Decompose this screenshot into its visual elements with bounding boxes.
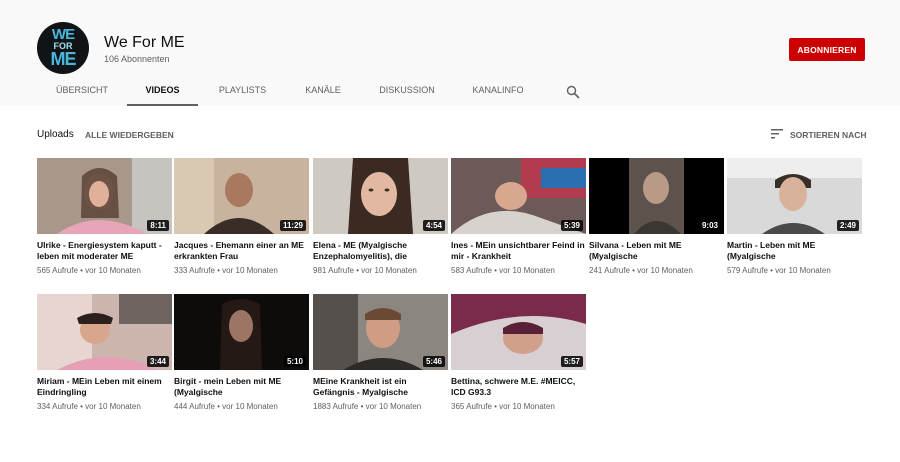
- video-duration: 4:54: [422, 220, 445, 231]
- tab-overview[interactable]: ÜBERSICHT: [37, 78, 127, 106]
- channel-avatar[interactable]: WE FOR ME: [37, 22, 89, 74]
- video-views: 565 Aufrufe: [37, 266, 78, 275]
- video-age: vor 10 Monaten: [637, 266, 693, 275]
- video-views: 579 Aufrufe: [727, 266, 768, 275]
- video-thumbnail[interactable]: 3:44: [37, 294, 172, 370]
- video-duration: 9:03: [698, 220, 721, 231]
- video-meta: 583 Aufrufe • vor 10 Monaten: [451, 266, 555, 275]
- video-card[interactable]: 5:10 Birgit - mein Leben mit ME (Myalgis…: [174, 294, 309, 411]
- video-age: vor 10 Monaten: [361, 266, 417, 275]
- play-all-button[interactable]: ALLE WIEDERGEBEN: [85, 130, 174, 140]
- video-meta: 444 Aufrufe • vor 10 Monaten: [174, 402, 278, 411]
- video-card[interactable]: 9:03 Silvana - Leben mit ME (Myalgische …: [589, 158, 724, 275]
- video-duration: 5:57: [560, 356, 583, 367]
- video-meta: 565 Aufrufe • vor 10 Monaten: [37, 266, 141, 275]
- video-card[interactable]: 5:39 Ines - MEin unsichtbarer Feind in m…: [451, 158, 586, 275]
- video-views: 334 Aufrufe: [37, 402, 78, 411]
- video-card[interactable]: 2:49 Martin - Leben mit ME (Myalgische 5…: [727, 158, 862, 275]
- video-thumbnail[interactable]: 5:39: [451, 158, 586, 234]
- avatar-logo-line-3: ME: [50, 49, 77, 69]
- video-title[interactable]: Ulrike - Energiesystem kaputt - leben mi…: [37, 240, 172, 262]
- video-views: 241 Aufrufe: [589, 266, 630, 275]
- video-card[interactable]: 3:44 Miriam - MEin Leben mit einem Eindr…: [37, 294, 172, 411]
- video-thumbnail[interactable]: 5:57: [451, 294, 586, 370]
- video-meta: 365 Aufrufe • vor 10 Monaten: [451, 402, 555, 411]
- video-duration: 5:46: [422, 356, 445, 367]
- video-duration: 3:44: [146, 356, 169, 367]
- tab-playlists[interactable]: PLAYLISTS: [206, 78, 279, 106]
- video-age: vor 10 Monaten: [222, 266, 278, 275]
- video-thumbnail[interactable]: 5:10: [174, 294, 309, 370]
- video-age: vor 10 Monaten: [775, 266, 831, 275]
- video-card[interactable]: 8:11 Ulrike - Energiesystem kaputt - leb…: [37, 158, 172, 275]
- tab-channels[interactable]: KANÄLE: [290, 78, 356, 106]
- tab-videos[interactable]: VIDEOS: [127, 78, 198, 106]
- tab-discussion[interactable]: DISKUSSION: [369, 78, 445, 106]
- video-title[interactable]: Jacques - Ehemann einer an ME erkrankten…: [174, 240, 309, 262]
- video-title[interactable]: MEine Krankheit ist ein Gefängnis - Myal…: [313, 376, 448, 398]
- video-age: vor 10 Monaten: [499, 266, 555, 275]
- section-title: Uploads: [37, 129, 74, 140]
- video-age: vor 10 Monaten: [365, 402, 422, 411]
- video-thumbnail[interactable]: 8:11: [37, 158, 172, 234]
- video-age: vor 10 Monaten: [222, 402, 278, 411]
- channel-header: WE FOR ME We For ME 106 Abonnenten ABONN…: [0, 0, 900, 106]
- search-icon[interactable]: [566, 85, 580, 99]
- video-thumbnail[interactable]: 9:03: [589, 158, 724, 234]
- video-views: 1883 Aufrufe: [313, 402, 359, 411]
- video-views: 444 Aufrufe: [174, 402, 215, 411]
- video-card[interactable]: 11:29 Jacques - Ehemann einer an ME erkr…: [174, 158, 309, 275]
- video-thumbnail[interactable]: 5:46: [313, 294, 448, 370]
- sort-icon[interactable]: [771, 129, 783, 139]
- video-title[interactable]: Ines - MEin unsichtbarer Feind in mir - …: [451, 240, 586, 262]
- video-age: vor 10 Monaten: [85, 402, 141, 411]
- video-duration: 5:39: [560, 220, 583, 231]
- video-age: vor 10 Monaten: [499, 402, 555, 411]
- video-thumbnail[interactable]: 4:54: [313, 158, 448, 234]
- video-age: vor 10 Monaten: [85, 266, 141, 275]
- video-duration: 11:29: [279, 220, 306, 231]
- video-meta: 981 Aufrufe • vor 10 Monaten: [313, 266, 417, 275]
- video-thumbnail[interactable]: 2:49: [727, 158, 862, 234]
- video-duration: 5:10: [283, 356, 306, 367]
- video-views: 583 Aufrufe: [451, 266, 492, 275]
- video-meta: 334 Aufrufe • vor 10 Monaten: [37, 402, 141, 411]
- video-title[interactable]: Miriam - MEin Leben mit einem Eindringli…: [37, 376, 172, 398]
- video-views: 365 Aufrufe: [451, 402, 492, 411]
- video-meta: 241 Aufrufe • vor 10 Monaten: [589, 266, 693, 275]
- video-title[interactable]: Martin - Leben mit ME (Myalgische: [727, 240, 862, 262]
- video-card[interactable]: 4:54 Elena - ME (Myalgische Enzephalomye…: [313, 158, 448, 275]
- channel-tabs: ÜBERSICHT VIDEOS PLAYLISTS KANÄLE DISKUS…: [0, 78, 900, 106]
- video-card[interactable]: 5:46 MEine Krankheit ist ein Gefängnis -…: [313, 294, 448, 411]
- subscriber-count: 106 Abonnenten: [104, 54, 170, 64]
- video-views: 333 Aufrufe: [174, 266, 215, 275]
- video-title[interactable]: Birgit - mein Leben mit ME (Myalgische: [174, 376, 309, 398]
- channel-name: We For ME: [104, 34, 185, 51]
- video-title[interactable]: Bettina, schwere M.E. #MEICC, ICD G93.3: [451, 376, 586, 398]
- sort-button[interactable]: SORTIEREN NACH: [790, 130, 867, 140]
- video-duration: 2:49: [836, 220, 859, 231]
- video-title[interactable]: Elena - ME (Myalgische Enzephalomyelitis…: [313, 240, 448, 262]
- video-views: 981 Aufrufe: [313, 266, 354, 275]
- video-meta: 579 Aufrufe • vor 10 Monaten: [727, 266, 831, 275]
- video-card[interactable]: 5:57 Bettina, schwere M.E. #MEICC, ICD G…: [451, 294, 586, 411]
- subscribe-button[interactable]: ABONNIEREN: [789, 38, 865, 61]
- video-title[interactable]: Silvana - Leben mit ME (Myalgische: [589, 240, 724, 262]
- video-thumbnail[interactable]: 11:29: [174, 158, 309, 234]
- video-duration: 8:11: [147, 220, 169, 231]
- video-meta: 1883 Aufrufe • vor 10 Monaten: [313, 402, 422, 411]
- video-meta: 333 Aufrufe • vor 10 Monaten: [174, 266, 278, 275]
- tab-about[interactable]: KANALINFO: [462, 78, 534, 106]
